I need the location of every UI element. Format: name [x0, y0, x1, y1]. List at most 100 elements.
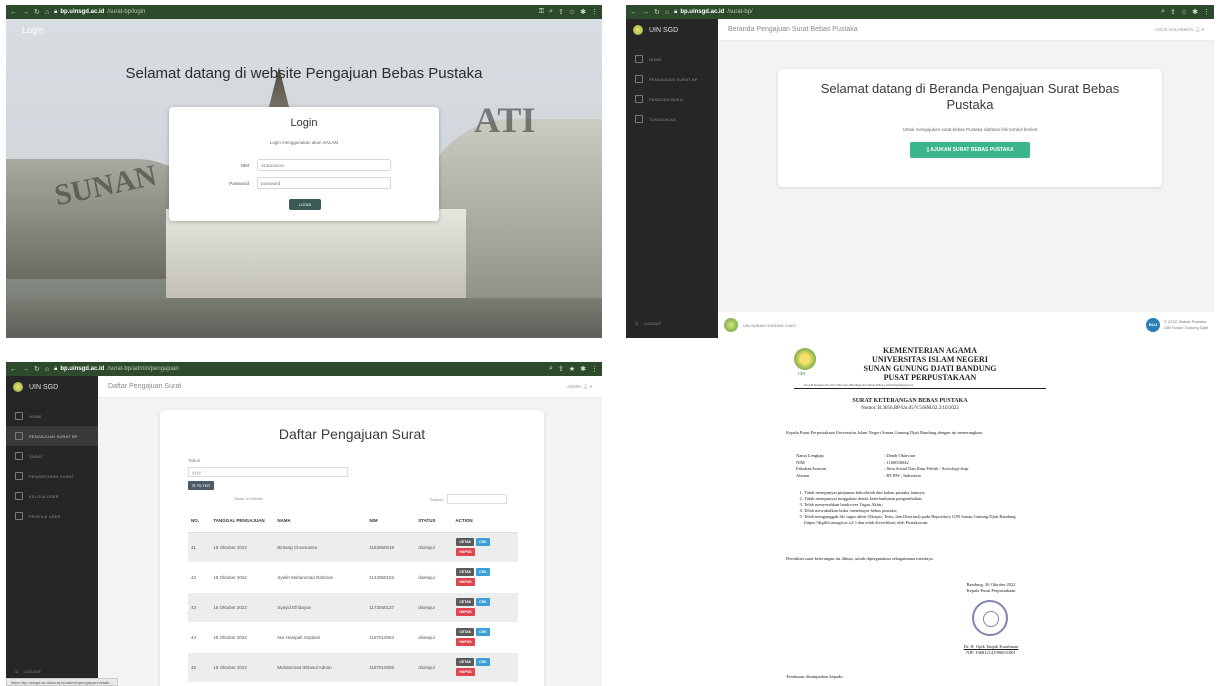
- col-tanggal[interactable]: TANGGAL PENGAJUAN: [210, 510, 275, 533]
- sidebar-item-tunggakan[interactable]: TUNGGAKAN: [626, 109, 718, 129]
- cell-status: disetujui: [415, 652, 453, 683]
- sidebar-item-home[interactable]: HOME: [626, 49, 718, 69]
- user-menu[interactable]: ADMIN 👤︎ ▾: [567, 384, 592, 390]
- page-title: Daftar Pengajuan Surat: [108, 383, 182, 390]
- menu-icon[interactable]: ⋮: [591, 8, 598, 16]
- user-menu[interactable]: AGUS SULAEMAN 👤︎ ▾: [1155, 27, 1204, 33]
- cell-no: 41: [188, 532, 211, 563]
- col-no[interactable]: NO.: [188, 510, 211, 533]
- show-entries-select[interactable]: Show 10 entries: [234, 496, 263, 501]
- star-icon[interactable]: ★: [569, 365, 575, 373]
- col-nama[interactable]: NAMA: [274, 510, 367, 533]
- ajukan-surat-button[interactable]: ▯ AJUKAN SURAT BEBAS PUSTAKA: [910, 142, 1030, 158]
- cek-button[interactable]: CEK: [476, 568, 490, 576]
- extensions-icon[interactable]: ✱: [580, 8, 586, 16]
- hapus-button[interactable]: HAPUS: [456, 668, 475, 676]
- sidebar-item-surat[interactable]: SURAT: [6, 446, 98, 466]
- table-row: 43 18 Oktober 2022 Syayid Efridayan 1173050…: [188, 592, 518, 623]
- back-icon[interactable]: ←: [10, 366, 17, 373]
- zoom-icon[interactable]: ⌕: [1161, 8, 1165, 16]
- browser-actions: ⌕ ⇪ ★ ✱ ⋮: [549, 365, 598, 373]
- book-icon: [635, 95, 643, 103]
- address-bar[interactable]: 🔒︎ bp.uinsgd.ac.id/surat-bp/admin/pengaj…: [54, 366, 179, 373]
- zoom-icon[interactable]: ⌕: [549, 365, 553, 373]
- address-bar[interactable]: 🔒︎ bp.uinsgd.ac.id/surat-bp/login: [54, 9, 145, 16]
- col-action[interactable]: ACTION: [452, 510, 518, 533]
- forward-icon[interactable]: →: [22, 366, 29, 373]
- cell-no: 43: [188, 592, 211, 623]
- brand[interactable]: UIN SGD: [6, 376, 98, 398]
- signature-block: Bandung, 26 Oktober 2022 Kepala Pusat Pe…: [966, 582, 1016, 593]
- tembusan: Tembusan disampaikan kepada :: [786, 674, 845, 679]
- col-nim[interactable]: NIM: [366, 510, 416, 533]
- footer-copyright: © 2022, Bebas Pustaka: [1163, 319, 1207, 324]
- cetak-button[interactable]: CETAK: [456, 598, 475, 606]
- cetak-button[interactable]: CETAK: [456, 628, 475, 636]
- key-icon[interactable]: ⚿: [539, 8, 544, 16]
- filter-button[interactable]: ☰ FILTER: [188, 481, 215, 490]
- sidebar-item-pengajuan[interactable]: PENGAJUAN SURAT BP: [6, 426, 98, 446]
- cell-nim: 1187010055: [366, 652, 416, 683]
- user-icon: 👤︎ ▾: [1194, 26, 1204, 32]
- sidebar-item-kelola-user[interactable]: KELOLA USER: [6, 486, 98, 506]
- footer-university: UIN Sunan Gunung Djati: [1163, 325, 1208, 330]
- col-status[interactable]: STATUS: [415, 510, 453, 533]
- sidebar-item-panduan[interactable]: PANDUAN BUKU: [626, 89, 718, 109]
- cetak-button[interactable]: CETAK: [456, 658, 475, 666]
- extensions-icon[interactable]: ✱: [580, 365, 586, 373]
- search-input[interactable]: [446, 494, 507, 504]
- back-icon[interactable]: ←: [10, 9, 17, 16]
- home-icon[interactable]: ⌂: [665, 9, 669, 16]
- hapus-button[interactable]: HAPUS: [456, 608, 475, 616]
- file-icon: [15, 432, 23, 440]
- hapus-button[interactable]: HAPUS: [456, 578, 475, 586]
- home-icon: [635, 55, 643, 63]
- cek-button[interactable]: CEK: [476, 658, 490, 666]
- cek-button[interactable]: CEK: [476, 598, 490, 606]
- star-icon[interactable]: ☆: [1181, 8, 1187, 16]
- footer: UIN SUNAN GUNUNG DJATI BLU © 2022, Bebas…: [718, 312, 1214, 338]
- cetak-button[interactable]: CETAK: [456, 568, 475, 576]
- admin-screenshot: ← → ↻ ⌂ 🔒︎ bp.uinsgd.ac.id/surat-bp/admi…: [6, 362, 602, 686]
- share-icon[interactable]: ⇪: [558, 365, 564, 373]
- menu-icon[interactable]: ⋮: [1203, 8, 1210, 16]
- cell-nama: Syayid Efridayan: [274, 592, 367, 623]
- hapus-button[interactable]: HAPUS: [456, 638, 475, 646]
- browser-toolbar: ← → ↻ ⌂ 🔒︎ bp.uinsgd.ac.id/surat-bp/ ⌕ ⇪…: [626, 5, 1214, 19]
- tahun-input[interactable]: yyyy: [188, 467, 348, 477]
- menu-icon[interactable]: ⋮: [591, 365, 598, 373]
- home-icon[interactable]: ⌂: [45, 366, 49, 373]
- sidebar-item-profile[interactable]: PROFILE USER: [6, 506, 98, 526]
- reload-icon[interactable]: ↻: [654, 8, 660, 16]
- cell-tanggal: 18 Oktober 2022: [210, 532, 275, 563]
- forward-icon[interactable]: →: [22, 9, 29, 16]
- extensions-icon[interactable]: ✱: [1192, 8, 1198, 16]
- login-screenshot: ← → ↻ ⌂ 🔒︎ bp.uinsgd.ac.id/surat-bp/logi…: [6, 5, 602, 338]
- cek-button[interactable]: CEK: [476, 538, 490, 546]
- logout-link[interactable]: ⎋ LOGOUT: [15, 669, 41, 674]
- reload-icon[interactable]: ↻: [34, 365, 40, 373]
- home-icon[interactable]: ⌂: [45, 9, 49, 16]
- share-icon[interactable]: ⇪: [1170, 8, 1176, 16]
- brand[interactable]: UIN SGD: [626, 19, 718, 41]
- forward-icon[interactable]: →: [642, 9, 649, 16]
- back-icon[interactable]: ←: [630, 9, 637, 16]
- logout-link[interactable]: ⎋ LOGOUT: [635, 321, 661, 326]
- password-input[interactable]: password: [257, 177, 391, 189]
- nim-input[interactable]: 113xxxxxxx: [257, 159, 391, 171]
- sidebar-item-pengaturan[interactable]: PENGATURAN SURAT: [6, 466, 98, 486]
- address-bar[interactable]: 🔒︎ bp.uinsgd.ac.id/surat-bp/: [674, 9, 753, 16]
- cell-nim: 1173050137: [366, 592, 416, 623]
- sidebar-item-home[interactable]: HOME: [6, 406, 98, 426]
- reload-icon[interactable]: ↻: [34, 8, 40, 16]
- cetak-button[interactable]: CETAK: [456, 538, 475, 546]
- star-icon[interactable]: ☆: [569, 8, 575, 16]
- cell-nama: Muhammad Ikhlasul Adnan: [274, 652, 367, 683]
- share-icon[interactable]: ⇪: [558, 8, 564, 16]
- sidebar-item-pengajuan[interactable]: PENGAJUAN SURAT BP: [626, 69, 718, 89]
- cek-button[interactable]: CEK: [476, 628, 490, 636]
- login-button[interactable]: LOGIN: [289, 199, 321, 210]
- footer-institution: UIN SUNAN GUNUNG DJATI: [743, 322, 796, 328]
- zoom-icon[interactable]: ⌕: [549, 8, 553, 16]
- hapus-button[interactable]: HAPUS: [456, 548, 475, 556]
